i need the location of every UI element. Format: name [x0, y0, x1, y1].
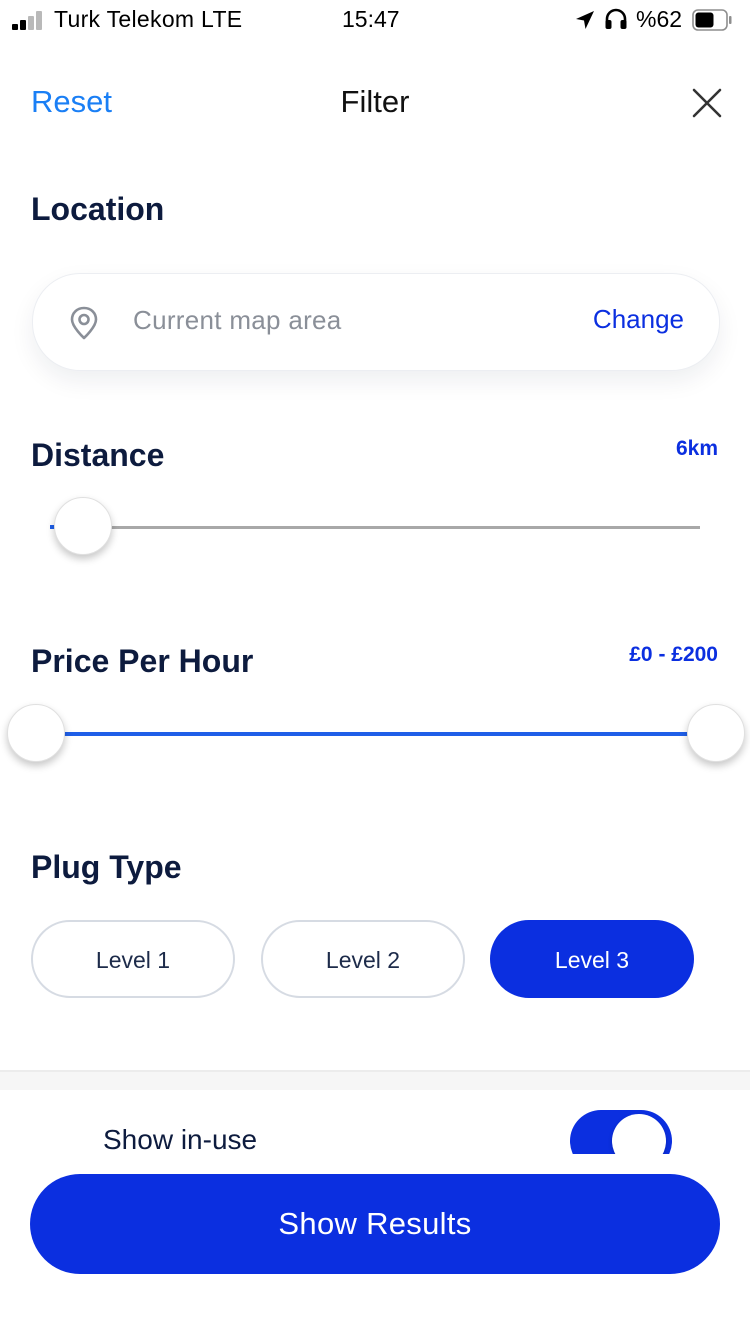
- carrier-name: Turk Telekom LTE: [54, 6, 243, 32]
- signal-icon: [12, 10, 46, 30]
- price-value: £0 - £200: [629, 643, 718, 666]
- status-time: 15:47: [342, 6, 400, 32]
- close-icon[interactable]: [690, 86, 724, 120]
- location-heading: Location: [31, 191, 165, 227]
- location-arrow-icon: [576, 11, 594, 29]
- price-min-thumb[interactable]: [7, 704, 65, 762]
- price-slider-track[interactable]: [35, 732, 715, 736]
- location-placeholder: Current map area: [133, 305, 342, 335]
- change-location-button[interactable]: Change: [560, 304, 684, 335]
- distance-slider-track[interactable]: [50, 526, 700, 529]
- distance-heading: Distance: [31, 437, 165, 473]
- plug-type-heading: Plug Type: [31, 849, 182, 885]
- map-pin-icon: [70, 306, 98, 340]
- price-max-thumb[interactable]: [687, 704, 745, 762]
- status-bar: Turk Telekom LTE 15:47 %62: [0, 0, 750, 40]
- page-title: Filter: [340, 84, 410, 119]
- show-results-button[interactable]: Show Results: [30, 1174, 720, 1274]
- plug-level-3-button[interactable]: Level 3: [490, 920, 694, 998]
- distance-value: 6km: [675, 437, 718, 460]
- section-separator: [0, 1072, 750, 1090]
- show-in-use-toggle[interactable]: [566, 1104, 676, 1154]
- plug-level-2-button[interactable]: Level 2: [261, 920, 465, 998]
- show-in-use-label: Show in-use: [103, 1124, 258, 1155]
- headphones-icon: [605, 8, 627, 29]
- distance-slider-thumb[interactable]: [54, 497, 112, 555]
- battery-icon: [692, 9, 732, 31]
- battery-percent: %62: [636, 6, 683, 32]
- plug-level-1-button[interactable]: Level 1: [31, 920, 235, 998]
- price-heading: Price Per Hour: [31, 643, 254, 679]
